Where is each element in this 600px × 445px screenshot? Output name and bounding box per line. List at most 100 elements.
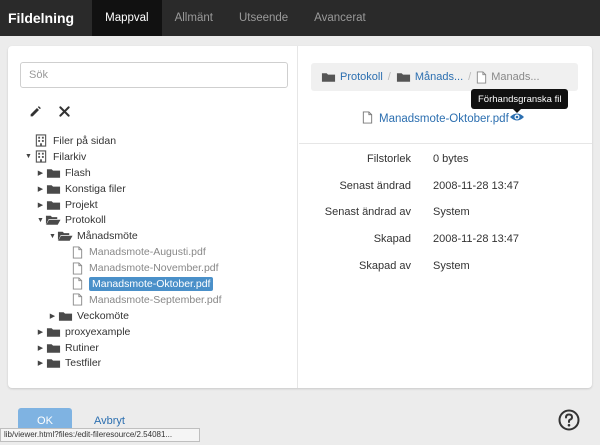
- file-icon: [69, 261, 85, 275]
- tree-item-label[interactable]: Flash: [65, 167, 91, 179]
- tree-folder-item[interactable]: ▶ Flash: [24, 165, 294, 181]
- tree-file-item[interactable]: ▶Manadsmote-Oktober.pdf: [24, 276, 294, 292]
- caret-right-icon[interactable]: ▶: [36, 185, 45, 193]
- tree-folder-item[interactable]: ▶ proxyexample: [24, 324, 294, 340]
- tree-folder-item[interactable]: ▶ Rutiner: [24, 340, 294, 356]
- tree-file-item[interactable]: ▶Manadsmote-November.pdf: [24, 260, 294, 276]
- breadcrumb-label[interactable]: Protokoll: [340, 71, 383, 83]
- file-icon: [69, 277, 85, 291]
- preview-filename[interactable]: Manadsmote-Oktober.pdf: [379, 113, 509, 125]
- breadcrumb-label: Manads...: [491, 71, 540, 83]
- tree-folder-item[interactable]: ▶ Projekt: [24, 197, 294, 213]
- tree-folder-item[interactable]: ▶Filer på sidan: [24, 133, 294, 149]
- search-input[interactable]: [20, 62, 288, 88]
- tree-item-label[interactable]: Protokoll: [65, 214, 106, 226]
- app-title: Fildelning: [8, 10, 75, 26]
- tree-folder-item[interactable]: ▼ Månadsmöte: [24, 228, 294, 244]
- breadcrumb-item[interactable]: Månads...: [396, 71, 463, 83]
- tree-item-label[interactable]: proxyexample: [65, 326, 130, 338]
- property-value: System: [433, 206, 470, 219]
- breadcrumb-separator: /: [387, 71, 391, 83]
- browser-status-url: lib/viewer.html?files:/edit-fileresource…: [0, 428, 200, 442]
- top-navigation: Fildelning Mappval Allmänt Utseende Avan…: [0, 0, 600, 36]
- tree-item-label[interactable]: Manadsmote-Oktober.pdf: [89, 276, 214, 291]
- breadcrumb-item[interactable]: Protokoll: [321, 71, 383, 83]
- property-value: 2008-11-28 13:47: [433, 233, 520, 246]
- breadcrumb-label[interactable]: Månads...: [415, 71, 463, 83]
- file-icon: [69, 293, 85, 307]
- property-row: Senast ändrad 2008-11-28 13:47: [299, 173, 592, 200]
- folder-open-icon: [57, 229, 73, 243]
- property-key: Skapad av: [359, 259, 411, 272]
- tab-utseende[interactable]: Utseende: [226, 0, 301, 36]
- property-value: 0 bytes: [433, 153, 469, 166]
- caret-down-icon[interactable]: ▼: [48, 233, 57, 240]
- tree-item-label[interactable]: Testfiler: [65, 357, 101, 369]
- property-row: Skapad av System: [299, 252, 592, 279]
- tree-item-label[interactable]: Manadsmote-November.pdf: [89, 262, 219, 274]
- tree-item-label[interactable]: Manadsmote-Augusti.pdf: [89, 246, 206, 258]
- tree-folder-item[interactable]: ▶ Testfiler: [24, 355, 294, 371]
- property-key: Senast ändrad av: [324, 206, 411, 219]
- folder-icon: [45, 198, 61, 212]
- caret-down-icon[interactable]: ▼: [36, 217, 45, 224]
- tree-item-label[interactable]: Manadsmote-September.pdf: [89, 294, 222, 306]
- property-value: 2008-11-28 13:47: [433, 179, 520, 192]
- breadcrumb: Protokoll / Månads... / Manads...: [311, 63, 578, 91]
- preview-separator: [299, 143, 592, 144]
- tree-folder-item[interactable]: ▶ Konstiga filer: [24, 181, 294, 197]
- tree-folder-item[interactable]: ▼ Protokoll: [24, 212, 294, 228]
- caret-right-icon[interactable]: ▶: [36, 328, 45, 336]
- file-tree: ▶Filer på sidan▼Filarkiv▶Flash▶Konstiga …: [24, 133, 294, 371]
- file-properties: Filstorlek 0 bytes Senast ändrad 2008-11-28…: [299, 146, 592, 279]
- tree-item-label[interactable]: Konstiga filer: [65, 183, 126, 195]
- folder-icon: [45, 341, 61, 355]
- property-key: Filstorlek: [366, 153, 411, 166]
- tree-item-label[interactable]: Filarkiv: [53, 151, 86, 163]
- breadcrumb-separator: /: [468, 71, 472, 83]
- property-row: Filstorlek 0 bytes: [299, 146, 592, 173]
- cancel-button[interactable]: Avbryt: [94, 415, 125, 427]
- property-row: Skapad 2008-11-28 13:47: [299, 226, 592, 253]
- panel-divider: [297, 46, 298, 388]
- property-key: Senast ändrad: [339, 179, 411, 192]
- building-icon: [33, 134, 49, 148]
- tree-item-label[interactable]: Rutiner: [65, 342, 99, 354]
- folder-icon: [45, 166, 61, 180]
- breadcrumb-item: Manads...: [476, 70, 540, 84]
- eye-icon[interactable]: [509, 111, 527, 125]
- caret-right-icon[interactable]: ▶: [36, 201, 45, 209]
- tab-avancerat[interactable]: Avancerat: [301, 0, 379, 36]
- tree-item-label[interactable]: Veckomöte: [77, 310, 129, 322]
- property-key: Skapad: [373, 233, 411, 246]
- folder-icon: [57, 309, 73, 323]
- tree-item-label[interactable]: Månadsmöte: [77, 230, 138, 242]
- caret-down-icon[interactable]: ▼: [24, 153, 33, 160]
- folder-icon: [45, 182, 61, 196]
- property-row: Senast ändrad av System: [299, 199, 592, 226]
- pencil-icon[interactable]: [27, 103, 43, 119]
- preview-tooltip: Förhandsgranska fil: [471, 89, 569, 113]
- folder-icon: [45, 325, 61, 339]
- file-icon: [362, 111, 373, 127]
- tree-item-label[interactable]: Filer på sidan: [53, 135, 116, 147]
- tree-item-label[interactable]: Projekt: [65, 199, 98, 211]
- tab-allmant[interactable]: Allmänt: [162, 0, 226, 36]
- tree-file-item[interactable]: ▶Manadsmote-September.pdf: [24, 292, 294, 308]
- caret-right-icon[interactable]: ▶: [36, 344, 45, 352]
- preview-file-link[interactable]: Manadsmote-Oktober.pdf: [362, 111, 509, 127]
- file-icon: [69, 245, 85, 259]
- tree-folder-item[interactable]: ▼ Filarkiv: [24, 149, 294, 165]
- folder-icon: [396, 71, 411, 83]
- tree-file-item[interactable]: ▶Manadsmote-Augusti.pdf: [24, 244, 294, 260]
- caret-right-icon[interactable]: ▶: [48, 312, 57, 320]
- help-icon[interactable]: [558, 409, 580, 431]
- folder-icon: [45, 356, 61, 370]
- tab-mappval[interactable]: Mappval: [92, 0, 162, 36]
- folder-icon: [321, 71, 336, 83]
- file-icon: [476, 70, 487, 84]
- tree-folder-item[interactable]: ▶ Veckomöte: [24, 308, 294, 324]
- caret-right-icon[interactable]: ▶: [36, 359, 45, 367]
- caret-right-icon[interactable]: ▶: [36, 169, 45, 177]
- close-icon[interactable]: [56, 103, 72, 119]
